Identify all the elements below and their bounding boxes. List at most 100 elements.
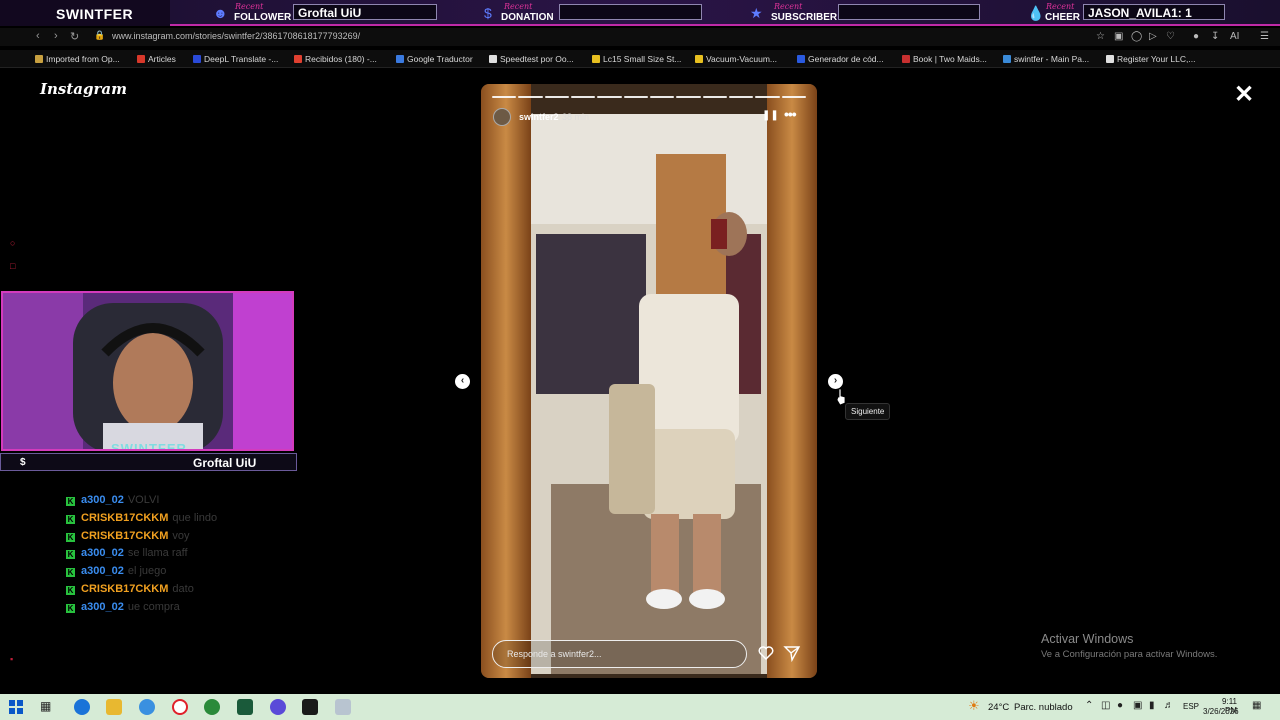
chat-message: K CRISKB17CKKM voy <box>66 530 326 548</box>
follower-tag: Recent <box>235 2 264 11</box>
heart-icon[interactable]: ♡ <box>1166 31 1175 42</box>
opera-icon[interactable] <box>172 699 188 715</box>
bookmark-item[interactable]: Vacuum-Vacuum... <box>695 54 777 66</box>
battery-icon[interactable]: ▮ <box>1149 700 1155 711</box>
bookmark-item[interactable]: swintfer - Main Pa... <box>1003 54 1089 66</box>
deepl-icon <box>193 55 201 63</box>
story-progress <box>492 96 806 99</box>
lock-icon: 🔒 <box>94 30 106 40</box>
task-view-icon[interactable]: ▦ <box>40 699 56 715</box>
bookmark-star-icon[interactable]: ☆ <box>1096 31 1105 42</box>
forward-icon[interactable]: › <box>54 30 58 42</box>
chat-message: Ka300_02 el juego <box>66 565 326 583</box>
chevron-up-icon[interactable]: ⌃ <box>1085 700 1093 711</box>
bookmark-item[interactable]: Imported from Op... <box>35 54 120 66</box>
story-username[interactable]: swintfer2 <box>519 112 559 122</box>
windows-taskbar: ▦ ☀ 24°C Parc. nublado ⌃ ◫ ● ▣ ▮ ♬ ESP 9… <box>0 694 1280 720</box>
pause-icon[interactable]: ❚❚ <box>762 110 779 122</box>
chat-text: VOLVI <box>127 494 160 506</box>
ai-button[interactable]: AI <box>1230 31 1239 42</box>
send-icon[interactable] <box>783 644 801 662</box>
webcam-watermark: SWINTFER <box>111 441 187 451</box>
app-icon[interactable] <box>139 699 155 715</box>
xbox-icon[interactable] <box>204 699 220 715</box>
llc-icon <box>1106 55 1114 63</box>
bookmark-item[interactable]: Recibidos (180) -... <box>294 54 377 66</box>
subscriber-tag: Recent <box>774 2 803 11</box>
instagram-logo[interactable]: Instagram <box>40 80 127 98</box>
app-icon[interactable] <box>335 699 351 715</box>
progress-segment <box>676 96 701 98</box>
bookmark-item[interactable]: Book | Two Maids... <box>902 54 987 66</box>
bookmark-item[interactable]: Lc15 Small Size St... <box>592 54 681 66</box>
book-icon <box>902 55 910 63</box>
donation-label: DONATION <box>501 12 554 23</box>
bookmark-label: swintfer - Main Pa... <box>1014 54 1090 64</box>
donation-tag: Recent <box>504 2 533 11</box>
profile-icon[interactable]: ● <box>1193 31 1199 42</box>
chat-username: CRISKB17CKKM <box>81 529 169 542</box>
bookmark-label: Imported from Op... <box>46 54 120 64</box>
tray-app-icon[interactable]: ◫ <box>1101 700 1110 711</box>
story-viewer[interactable]: swintfer2 38 min ❚❚ ••• Responde a swint… <box>481 84 817 678</box>
kick-badge-icon: K <box>66 497 75 506</box>
bookmark-label: Generador de cód... <box>808 54 884 64</box>
player-icon[interactable]: ▷ <box>1149 31 1157 42</box>
next-story-button[interactable]: › <box>828 374 843 389</box>
volume-icon[interactable]: ♬ <box>1164 700 1174 711</box>
chat-username: CRISKB17CKKM <box>81 511 169 524</box>
chat-username: CRISKB17CKKM <box>81 582 169 595</box>
chat-username: a300_02 <box>81 600 124 613</box>
back-icon[interactable]: ‹ <box>36 30 40 42</box>
weather-icon[interactable]: ☀ <box>968 698 980 714</box>
chat-text: que lindo <box>172 511 218 524</box>
snapshot-icon[interactable]: ▣ <box>1114 31 1123 42</box>
page-icon <box>1003 55 1011 63</box>
microphone-icon[interactable]: ● <box>1117 700 1123 711</box>
bookmark-item[interactable]: Register Your LLC,... <box>1106 54 1195 66</box>
story-avatar[interactable] <box>493 108 511 126</box>
clock-date[interactable]: 3/26/2026 <box>1203 707 1239 716</box>
weather-temp[interactable]: 24°C <box>988 702 1009 713</box>
progress-segment <box>728 96 754 98</box>
brand-panel: SWINTFER <box>0 0 170 26</box>
reload-icon[interactable]: ↻ <box>70 30 79 43</box>
close-icon[interactable]: ✕ <box>1232 83 1256 108</box>
bookmark-item[interactable]: Speedtest por Oo... <box>489 54 574 66</box>
bookmark-label: Lc15 Small Size St... <box>603 54 682 64</box>
shield-icon[interactable]: ◯ <box>1131 31 1142 42</box>
subscriber-value <box>838 4 980 20</box>
menu-icon[interactable]: ☰ <box>1260 31 1269 42</box>
terminal-icon[interactable] <box>302 699 318 715</box>
webcam-dollar: $ <box>20 457 26 468</box>
more-options-icon[interactable]: ••• <box>784 106 802 122</box>
bookmark-item[interactable]: Generador de cód... <box>797 54 884 66</box>
edge-icon[interactable] <box>74 699 90 715</box>
language-indicator[interactable]: ESP <box>1183 702 1199 711</box>
discord-icon[interactable] <box>270 699 286 715</box>
file-explorer-icon[interactable] <box>106 699 122 715</box>
bookmark-item[interactable]: Google Traductor <box>396 54 473 66</box>
chat-username: a300_02 <box>81 547 124 560</box>
download-icon[interactable]: ↧ <box>1211 31 1219 42</box>
heart-icon[interactable] <box>757 644 775 662</box>
reply-input[interactable]: Responde a swintfer2... <box>492 640 747 668</box>
app-icon[interactable] <box>237 699 253 715</box>
bookmark-label: Book | Two Maids... <box>913 54 987 64</box>
progress-segment <box>623 96 648 98</box>
weather-desc[interactable]: Parc. nublado <box>1014 702 1073 713</box>
bookmark-item[interactable]: Articles <box>137 54 176 66</box>
activate-windows-title: Activar Windows <box>1041 632 1134 646</box>
chat-username: a300_02 <box>81 565 124 578</box>
tray-app-icon[interactable]: ▣ <box>1133 700 1142 711</box>
url-bar[interactable]: www.instagram.com/stories/swintfer2/3861… <box>112 31 360 41</box>
start-icon[interactable] <box>8 699 24 715</box>
chat-text: ue compra <box>127 600 180 613</box>
cheer-tag: Recent <box>1046 2 1075 11</box>
kick-badge-icon: K <box>66 603 75 613</box>
notification-icon[interactable]: ▦ <box>1252 700 1261 711</box>
bookmark-item[interactable]: DeepL Translate -... <box>193 54 278 66</box>
folder-icon <box>35 55 43 63</box>
bookmark-label: Vacuum-Vacuum... <box>706 54 778 64</box>
previous-story-button[interactable]: ‹ <box>455 374 470 389</box>
